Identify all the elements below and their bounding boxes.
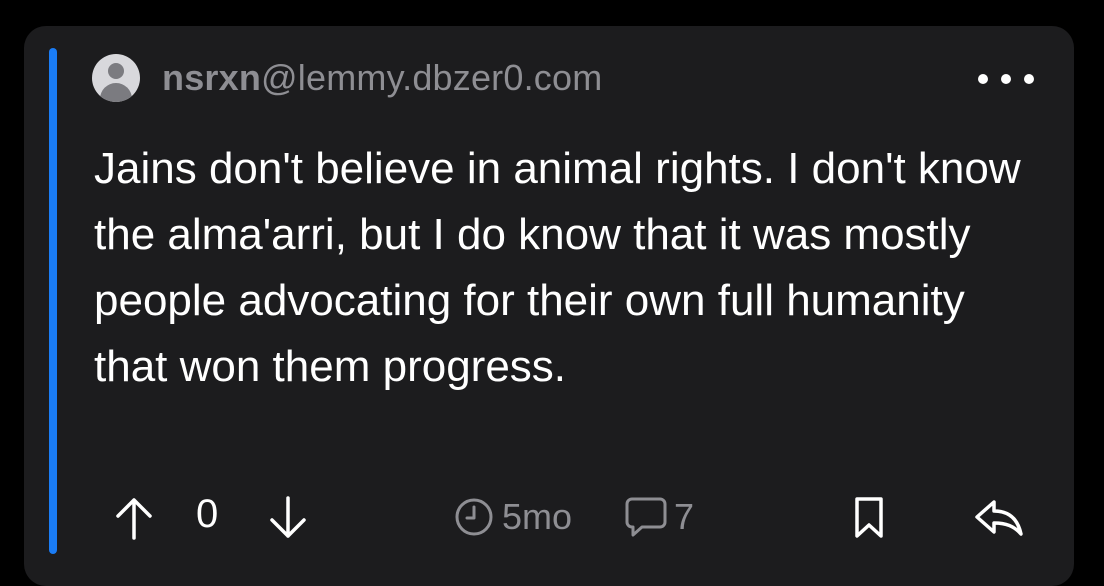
more-options-button[interactable] [978, 66, 1034, 92]
person-placeholder-icon-head [108, 63, 124, 79]
ellipsis-icon-dot [1001, 74, 1011, 84]
comment-toolbar: 0 5mo 7 [24, 488, 1074, 548]
comment-card: nsrxn@lemmy.dbzer0.com Jains don't belie… [24, 26, 1074, 586]
score: 0 [196, 492, 218, 537]
author-instance: @lemmy.dbzer0.com [261, 57, 603, 98]
arrow-up-icon [116, 498, 152, 540]
ellipsis-icon-dot [1024, 74, 1034, 84]
comment-header: nsrxn@lemmy.dbzer0.com [92, 52, 602, 104]
reply-button[interactable] [974, 498, 1024, 538]
comment-age-text: 5mo [502, 496, 573, 537]
save-button[interactable] [852, 496, 886, 540]
arrow-down-icon [270, 496, 306, 538]
bookmark-icon [855, 497, 883, 538]
clock-icon [455, 498, 493, 536]
reply-arrow-icon [975, 500, 1023, 536]
replies-count[interactable]: 7 [624, 496, 694, 538]
author-name[interactable]: nsrxn@lemmy.dbzer0.com [162, 57, 602, 99]
author-username: nsrxn [162, 57, 262, 98]
comment-body: Jains don't believe in animal rights. I … [94, 144, 1021, 391]
downvote-button[interactable] [268, 496, 308, 540]
person-placeholder-icon-body [100, 83, 132, 102]
comment-age: 5mo [454, 496, 572, 538]
replies-count-text: 7 [674, 496, 695, 537]
upvote-button[interactable] [114, 496, 154, 540]
avatar[interactable] [92, 54, 140, 102]
score-value: 0 [196, 492, 219, 536]
thread-depth-bar [49, 48, 57, 554]
speech-bubble-icon [625, 497, 667, 537]
ellipsis-icon-dot [978, 74, 988, 84]
